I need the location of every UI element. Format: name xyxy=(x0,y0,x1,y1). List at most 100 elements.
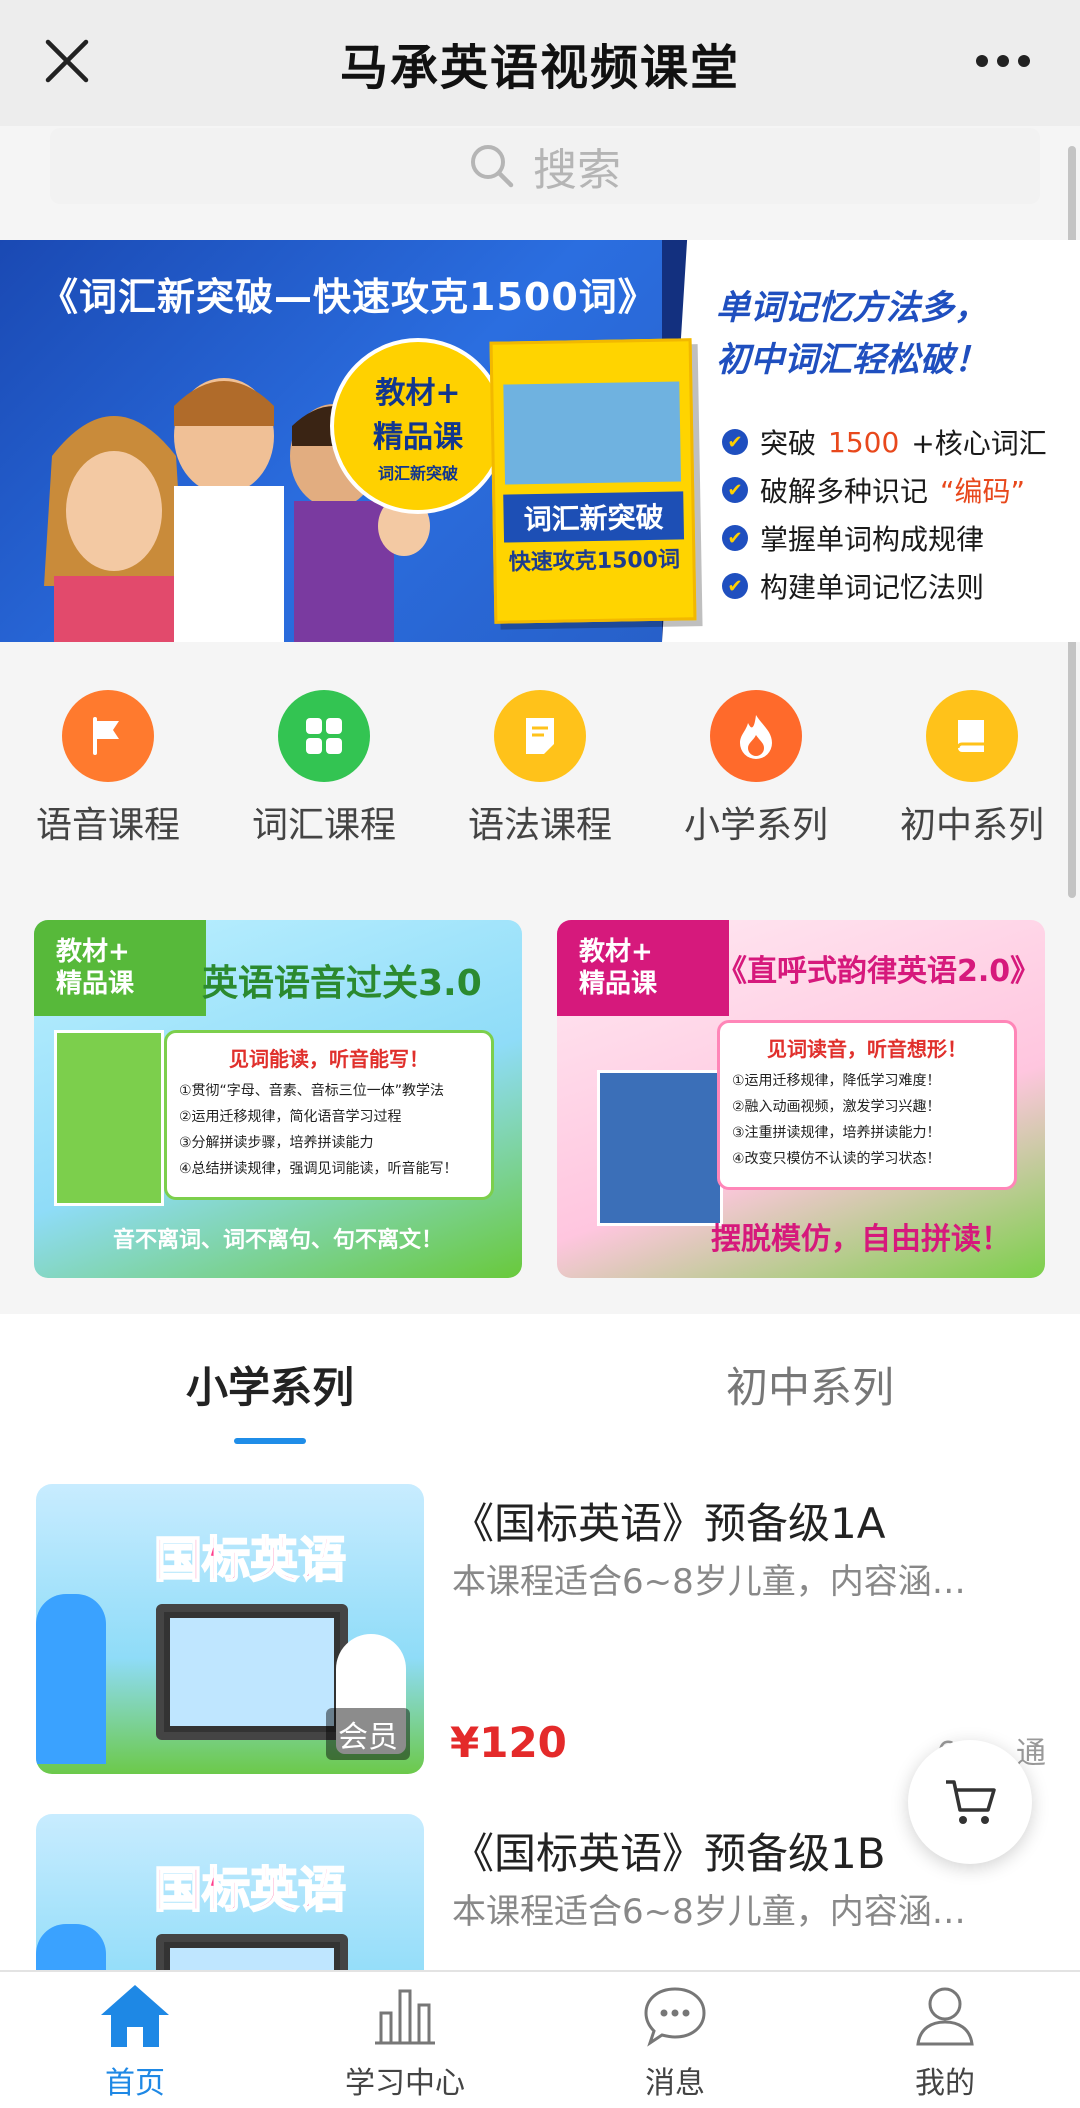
promo-line: ④总结拼读规律，强调见词能读，听音能写！ xyxy=(179,1161,458,1177)
promo-line: ②运用迁移规律，简化语音学习过程 xyxy=(179,1109,402,1125)
course-thumbnail: 国标英语 会员 xyxy=(36,1484,424,1774)
promo-banner[interactable]: 《词汇新突破—快速攻克1500词》 教材+ 精品课 词汇新突破 词汇新突破 快速… xyxy=(0,240,1080,642)
promo-footer: 音不离词、词不离句、句不离文！ xyxy=(112,1228,443,1253)
promo-line: ③分解拼读步骤，培养拼读能力 xyxy=(179,1135,374,1151)
course-title: 《国标英语》预备级1A xyxy=(452,1499,886,1548)
thumbnail-title: 国标英语 xyxy=(153,1861,347,1919)
bottom-nav: 首页 学习中心 消息 我的 xyxy=(0,1970,1080,2108)
badge-line1: 教材+ xyxy=(375,376,461,411)
promo-line: ①运用迁移规律，降低学习难度！ xyxy=(732,1073,941,1089)
nav-messages[interactable]: 消息 xyxy=(540,1972,810,2108)
category-grid: 语音课程 词汇课程 语法课程 小学系列 初中系列 xyxy=(0,690,1080,870)
cart-button[interactable] xyxy=(908,1740,1032,1864)
promo-title: 《直呼式韵律英语2.0》 xyxy=(717,954,1041,989)
thumbnail-book-illustration xyxy=(36,1924,106,1970)
course-price: ¥120 xyxy=(450,1718,567,1767)
category-vocabulary[interactable]: 词汇课程 xyxy=(229,690,419,870)
category-label: 语音课程 xyxy=(35,805,180,846)
category-phonics[interactable]: 语音课程 xyxy=(13,690,203,870)
chat-icon xyxy=(635,1978,715,2054)
promo-book-image xyxy=(597,1070,723,1226)
promo-card-phonics[interactable]: 教材+ 精品课 英语语音过关3.0 见词能读，听音能写！ ①贯彻“字母、音素、音标… xyxy=(34,920,522,1278)
promo-feature-box: 见词能读，听音能写！ ①贯彻“字母、音素、音标三位一体”教学法 ②运用迁移规律，… xyxy=(164,1030,494,1200)
slogan-line1: 单词记忆方法多， xyxy=(716,288,988,328)
thumbnail-title: 国标英语 xyxy=(153,1531,347,1589)
check-icon: ✔ xyxy=(722,429,748,455)
category-label: 语法课程 xyxy=(467,805,612,846)
nav-profile[interactable]: 我的 xyxy=(810,1972,1080,2108)
tab-label: 初中系列 xyxy=(725,1362,894,1412)
nav-label: 消息 xyxy=(645,2066,705,2101)
book-subtitle: 快速攻克1500词 xyxy=(508,547,681,576)
chart-icon xyxy=(365,1978,445,2054)
title-bar: 马承英语视频课堂 xyxy=(0,0,1080,126)
nav-label: 首页 xyxy=(105,2066,165,2101)
nav-home[interactable]: 首页 xyxy=(0,1972,270,2108)
grid-icon xyxy=(278,690,370,782)
course-description: 本课程适合6~8岁儿童，内容涵… xyxy=(452,1892,966,1932)
promo-book-image xyxy=(54,1030,164,1206)
book-icon xyxy=(926,690,1018,782)
check-icon: ✔ xyxy=(722,525,748,551)
nav-label: 学习中心 xyxy=(345,2066,465,2101)
computer-illustration xyxy=(156,1604,348,1740)
nav-learning-center[interactable]: 学习中心 xyxy=(270,1972,540,2108)
search-placeholder: 搜索 xyxy=(533,145,621,196)
user-icon xyxy=(905,1978,985,2054)
category-primary[interactable]: 小学系列 xyxy=(661,690,851,870)
tab-indicator xyxy=(234,1438,306,1444)
course-list: 国标英语 会员 《国标英语》预备级1A 本课程适合6~8岁儿童，内容涵… ¥12… xyxy=(0,1454,1080,1970)
book-cover-photo xyxy=(503,381,682,485)
check-icon: ✔ xyxy=(722,477,748,503)
banner-point: ✔ 突破 1500 +核心词汇 xyxy=(722,418,1047,466)
banner-title: 《词汇新突破—快速攻克1500词》 xyxy=(40,275,657,319)
course-title: 《国标英语》预备级1B xyxy=(452,1829,886,1878)
check-icon: ✔ xyxy=(722,573,748,599)
series-tabs: 小学系列 初中系列 xyxy=(0,1314,1080,1454)
banner-points: ✔ 突破 1500 +核心词汇 ✔ 破解多种识记 “编码” ✔ 掌握单词构成规律 ✔ 构建单词… xyxy=(722,418,1047,610)
promo-title: 英语语音过关3.0 xyxy=(202,963,482,1004)
flag-icon xyxy=(62,690,154,782)
member-badge: 会员 xyxy=(326,1708,410,1760)
course-description: 本课程适合6~8岁儿童，内容涵… xyxy=(452,1562,966,1602)
list-item[interactable]: 国标英语 会员 《国标英语》预备级1A 本课程适合6~8岁儿童，内容涵… ¥12… xyxy=(0,1454,1080,1774)
book-cover: 词汇新突破 快速攻克1500词 xyxy=(489,338,697,624)
category-junior[interactable]: 初中系列 xyxy=(877,690,1067,870)
tab-junior[interactable]: 初中系列 xyxy=(540,1314,1080,1454)
promo-tag: 教材+ 精品课 xyxy=(557,920,729,1016)
promo-line: ③注重拼读规律，培养拼读能力！ xyxy=(732,1125,941,1141)
computer-illustration xyxy=(156,1934,348,1970)
home-icon xyxy=(95,1978,175,2054)
search-icon xyxy=(471,145,514,188)
category-label: 初中系列 xyxy=(899,805,1044,846)
promo-headline: 见词读音，听音想形！ xyxy=(767,1037,967,1061)
promo-line: ④改变只模仿不认读的学习状态！ xyxy=(732,1151,941,1167)
banner-badge: 教材+ 精品课 词汇新突破 xyxy=(330,338,506,514)
page-title: 马承英语视频课堂 xyxy=(339,40,740,96)
category-label: 小学系列 xyxy=(683,805,828,846)
course-thumbnail: 国标英语 xyxy=(36,1814,424,1970)
banner-point: ✔ 构建单词记忆法则 xyxy=(722,562,1047,610)
banner-slogan: 单词记忆方法多， 初中词汇轻松破！ xyxy=(716,282,988,386)
promo-footer: 摆脱模仿，自由拼读！ xyxy=(711,1222,1011,1257)
badge-line3: 词汇新突破 xyxy=(377,464,458,483)
search-input[interactable]: 搜索 xyxy=(50,128,1040,204)
close-icon[interactable] xyxy=(36,30,98,92)
nav-label: 我的 xyxy=(915,2066,975,2101)
promo-line: ①贯彻“字母、音素、音标三位一体”教学法 xyxy=(179,1083,445,1099)
cart-icon xyxy=(946,1780,996,1824)
slogan-line2: 初中词汇轻松破！ xyxy=(716,340,988,380)
promo-feature-box: 见词读音，听音想形！ ①运用迁移规律，降低学习难度！ ②融入动画视频，激发学习兴… xyxy=(717,1020,1017,1190)
category-label: 词汇课程 xyxy=(251,805,396,846)
document-icon xyxy=(494,690,586,782)
category-grammar[interactable]: 语法课程 xyxy=(445,690,635,870)
badge-line2: 精品课 xyxy=(373,420,463,455)
promo-tag: 教材+ 精品课 xyxy=(34,920,206,1016)
promo-headline: 见词能读，听音能写！ xyxy=(229,1047,429,1071)
promo-card-rhythm[interactable]: 教材+ 精品课 《直呼式韵律英语2.0》 见词读音，听音想形！ ①运用迁移规律，降… xyxy=(557,920,1045,1278)
banner-point: ✔ 破解多种识记 “编码” xyxy=(722,466,1047,514)
thumbnail-book-illustration xyxy=(36,1594,106,1764)
banner-point: ✔ 掌握单词构成规律 xyxy=(722,514,1047,562)
tab-primary[interactable]: 小学系列 xyxy=(0,1314,540,1454)
more-icon[interactable] xyxy=(968,30,1038,92)
